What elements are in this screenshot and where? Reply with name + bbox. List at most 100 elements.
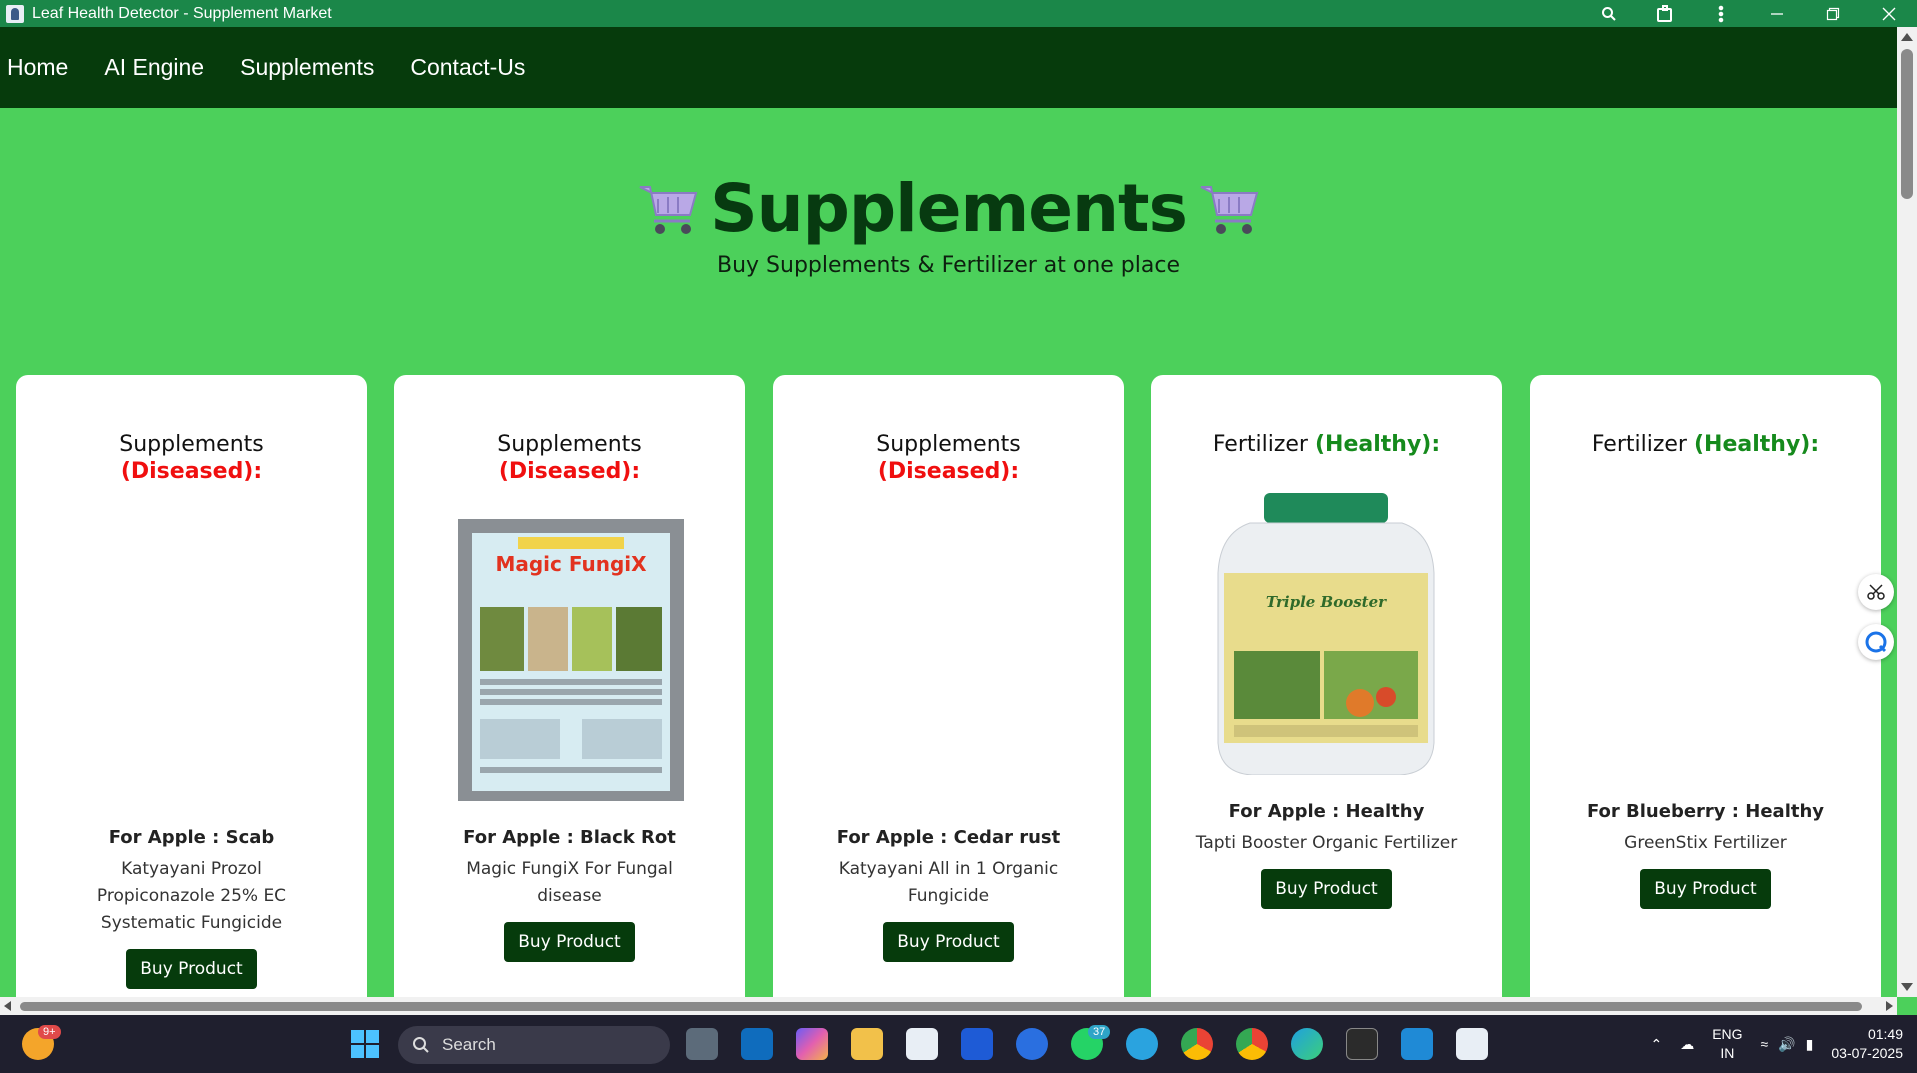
window-title: Leaf Health Detector - Supplement Market — [32, 4, 332, 22]
language-code: ENG — [1712, 1026, 1743, 1042]
region-code: IN — [1720, 1045, 1735, 1061]
product-name: Tapti Booster Organic Fertilizer — [1195, 833, 1458, 853]
card-category: Fertilizer — [1591, 432, 1687, 457]
card-heading: Supplements (Diseased): — [16, 431, 367, 485]
minimize-icon[interactable] — [1749, 0, 1805, 27]
product-name: GreenStix Fertilizer — [1624, 833, 1787, 853]
card-for: For Blueberry : Healthy — [1586, 801, 1825, 822]
product-card: Supplements (Diseased): Magic FungiX For… — [394, 375, 745, 1015]
restore-icon[interactable] — [1805, 0, 1861, 27]
app-icon-blue[interactable] — [961, 1028, 993, 1060]
product-image: Magic FungiX — [458, 519, 684, 801]
card-for: For Apple : Healthy — [1228, 801, 1425, 822]
wifi-icon[interactable]: ≈ — [1761, 1036, 1769, 1052]
card-heading: Fertilizer (Healthy): — [1151, 431, 1502, 458]
scroll-right-icon[interactable] — [1886, 1001, 1893, 1011]
outlook-icon[interactable] — [741, 1028, 773, 1060]
card-tag: (Healthy): — [1693, 432, 1820, 457]
card-tag: (Diseased): — [498, 459, 641, 484]
task-view-icon[interactable] — [686, 1028, 718, 1060]
card-heading: Supplements (Diseased): — [394, 431, 745, 485]
horizontal-scroll-thumb[interactable] — [20, 1002, 1862, 1011]
product-card: Fertilizer (Healthy): For Blueberry : He… — [1530, 375, 1881, 1015]
product-name: Katyayani All in 1 Organic Fungicide — [838, 859, 1059, 906]
chrome-profile-icon[interactable] — [1236, 1028, 1268, 1060]
buy-product-button[interactable]: Buy Product — [1261, 869, 1392, 909]
shopping-cart-icon — [1200, 185, 1259, 234]
hero-section: Supplements Buy Supplements & Fertilizer… — [0, 170, 1897, 278]
clock-time: 01:49 — [1867, 1026, 1903, 1042]
product-card: Supplements (Diseased): For Apple : Scab… — [16, 375, 367, 1015]
product-name: Magic FungiX For Fungal disease — [466, 859, 673, 906]
buy-product-button[interactable]: Buy Product — [126, 949, 257, 989]
system-tray: ⌃ ☁ ENG IN ≈ 🔊 ▮ 01:49 03-07-2025 — [1650, 1015, 1903, 1073]
page-subtitle: Buy Supplements & Fertilizer at one plac… — [716, 253, 1180, 278]
card-tag: (Diseased): — [120, 459, 263, 484]
buy-product-button[interactable]: Buy Product — [883, 922, 1014, 962]
scroll-down-icon[interactable] — [1901, 983, 1913, 991]
terminal-icon[interactable] — [1346, 1028, 1378, 1060]
card-tag: (Healthy): — [1314, 432, 1441, 457]
card-for: For Apple : Scab — [108, 827, 275, 848]
card-category: Supplements — [119, 432, 264, 457]
buy-product-button[interactable]: Buy Product — [504, 922, 635, 962]
microsoft-store-icon[interactable] — [906, 1028, 938, 1060]
card-category: Supplements — [497, 432, 642, 457]
main-nav: Home AI Engine Supplements Contact-Us — [0, 27, 1897, 108]
close-icon[interactable] — [1861, 0, 1917, 27]
vertical-scrollbar[interactable] — [1897, 27, 1917, 997]
chrome-icon[interactable] — [1181, 1028, 1213, 1060]
weather-badge: 9+ — [38, 1025, 61, 1039]
clock[interactable]: 01:49 03-07-2025 — [1831, 1025, 1903, 1063]
nav-ai-engine[interactable]: AI Engine — [104, 54, 204, 81]
search-placeholder: Search — [442, 1035, 496, 1054]
card-tag: (Diseased): — [877, 459, 1020, 484]
scroll-left-icon[interactable] — [4, 1001, 11, 1011]
telegram-icon[interactable] — [1126, 1028, 1158, 1060]
chevron-up-icon[interactable]: ⌃ — [1650, 1036, 1662, 1053]
clock-date: 03-07-2025 — [1831, 1045, 1903, 1061]
file-explorer-icon[interactable] — [851, 1028, 883, 1060]
buy-product-button[interactable]: Buy Product — [1640, 869, 1771, 909]
window-titlebar: Leaf Health Detector - Supplement Market — [0, 0, 1917, 27]
nav-supplements[interactable]: Supplements — [240, 54, 374, 81]
horizontal-scrollbar[interactable] — [0, 997, 1897, 1015]
edge-icon[interactable] — [1291, 1028, 1323, 1060]
taskbar: 9+ Search 37 ⌃ ☁ ENG IN ≈ 🔊 ▮ 01:49 03-0… — [0, 1015, 1917, 1073]
battery-icon[interactable]: ▮ — [1806, 1036, 1814, 1053]
nav-home[interactable]: Home — [7, 54, 68, 81]
onedrive-icon[interactable]: ☁ — [1680, 1036, 1694, 1053]
card-heading: Fertilizer (Healthy): — [1530, 431, 1881, 458]
page-title: Supplements — [626, 170, 1271, 247]
whatsapp-badge: 37 — [1088, 1025, 1111, 1039]
product-image-label: Triple Booster — [1266, 593, 1387, 611]
nav-contact-us[interactable]: Contact-Us — [410, 54, 525, 81]
card-for: For Apple : Black Rot — [463, 827, 676, 848]
zoom-icon[interactable] — [1581, 0, 1637, 27]
vscode-icon[interactable] — [1401, 1028, 1433, 1060]
product-card: Fertilizer (Healthy): Triple Booster For… — [1151, 375, 1502, 1015]
product-name: Katyayani Prozol Propiconazole 25% EC Sy… — [96, 859, 287, 933]
card-heading: Supplements (Diseased): — [773, 431, 1124, 485]
volume-icon[interactable]: 🔊 — [1778, 1036, 1795, 1053]
windows-start-icon[interactable] — [349, 1028, 381, 1060]
page-title-text: Supplements — [710, 170, 1188, 247]
card-category: Supplements — [876, 432, 1021, 457]
scroll-up-icon[interactable] — [1901, 33, 1913, 41]
product-card: Supplements (Diseased): For Apple : Ceda… — [773, 375, 1124, 1015]
card-for: For Apple : Cedar rust — [836, 827, 1061, 848]
leaf-health-app-icon[interactable] — [1456, 1028, 1488, 1060]
extensions-icon[interactable] — [1637, 0, 1693, 27]
shopping-cart-icon — [639, 185, 698, 234]
app-icon-network[interactable] — [1016, 1028, 1048, 1060]
search-icon — [413, 1037, 429, 1053]
vertical-scroll-thumb[interactable] — [1901, 49, 1913, 199]
scissors-icon[interactable] — [1858, 574, 1894, 610]
card-category: Fertilizer — [1212, 432, 1308, 457]
copilot-icon[interactable] — [796, 1028, 828, 1060]
language-indicator[interactable]: ENG IN — [1712, 1025, 1742, 1063]
taskbar-search[interactable]: Search — [398, 1026, 670, 1064]
app-icon — [6, 4, 24, 23]
more-icon[interactable] — [1693, 0, 1749, 27]
chat-assistant-icon[interactable] — [1858, 624, 1894, 660]
